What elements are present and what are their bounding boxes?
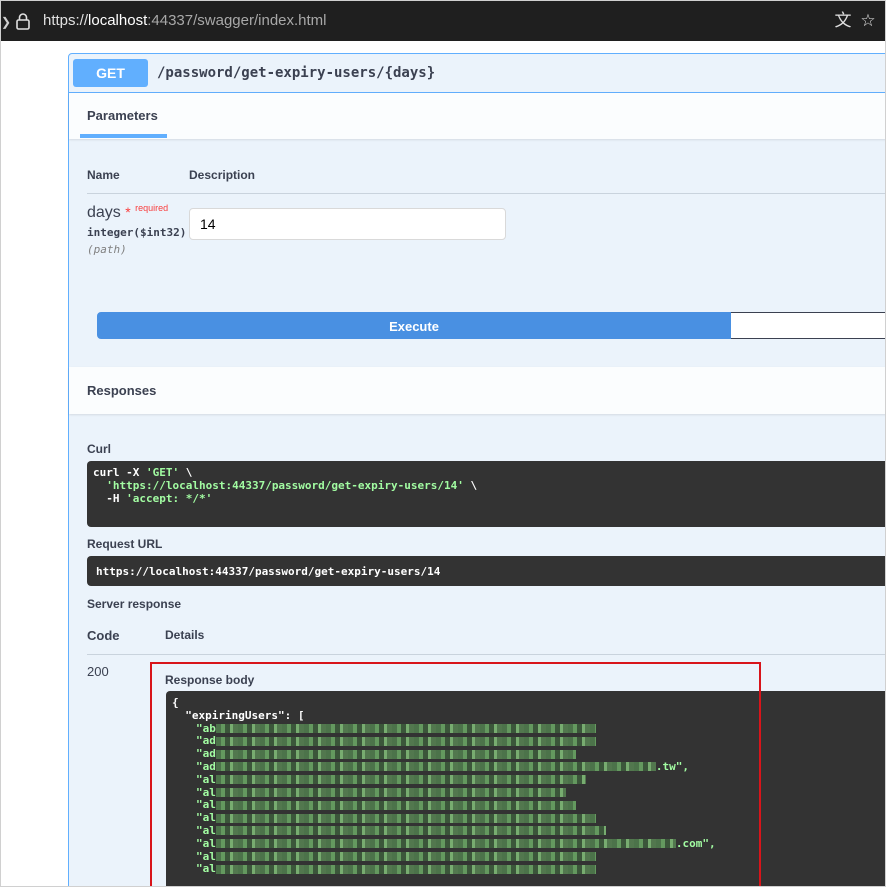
url-scheme: https:// xyxy=(43,12,89,29)
param-name-text: days xyxy=(87,204,121,221)
column-name-header: Name xyxy=(87,168,120,182)
param-name: days * required xyxy=(87,203,169,222)
curl-continuation: \ xyxy=(179,466,193,479)
star-icon[interactable]: ☆ xyxy=(858,11,878,31)
curl-method: 'GET' xyxy=(145,466,180,479)
response-code: 200 xyxy=(87,664,109,679)
column-description-header: Description xyxy=(189,168,256,182)
url-path: :44337/swagger/index.html xyxy=(147,12,327,29)
responses-header: Responses xyxy=(69,367,885,414)
required-label: required xyxy=(135,203,169,213)
back-edge-icon: ❯ xyxy=(1,15,12,29)
translate-icon[interactable]: 文 xyxy=(833,11,853,31)
lock-icon[interactable] xyxy=(15,12,31,30)
details-column-header: Details xyxy=(165,628,205,642)
curl-label: Curl xyxy=(87,442,111,456)
curl-code-block[interactable]: curl -X 'GET' \ 'https://localhost:44337… xyxy=(87,461,885,527)
execute-button[interactable]: Execute xyxy=(97,312,731,339)
request-url-block[interactable]: https://localhost:44337/password/get-exp… xyxy=(87,556,885,586)
highlight-box xyxy=(150,662,761,886)
header-divider xyxy=(87,193,885,194)
code-column-header: Code xyxy=(87,628,120,643)
curl-url: 'https://localhost:44337/password/get-ex… xyxy=(106,479,464,492)
tab-active-indicator xyxy=(80,134,167,138)
url-host: localhost xyxy=(88,12,148,29)
browser-address-bar: ❯ https://localhost:44337/swagger/index.… xyxy=(1,1,885,41)
parameters-header: Parameters xyxy=(69,93,885,139)
clear-button[interactable] xyxy=(731,312,885,339)
address-url[interactable]: https://localhost:44337/swagger/index.ht… xyxy=(43,12,327,29)
param-location: (path) xyxy=(87,243,127,256)
param-type: integer($int32) xyxy=(87,226,187,239)
curl-header-flag: -H xyxy=(93,492,127,505)
response-divider xyxy=(87,654,885,655)
operation-path: /password/get-expiry-users/{days} xyxy=(157,65,436,81)
curl-command: curl -X xyxy=(93,466,146,479)
server-response-label: Server response xyxy=(87,597,182,611)
days-input[interactable] xyxy=(189,208,506,240)
required-star: * xyxy=(125,204,131,220)
request-url-label: Request URL xyxy=(87,537,163,551)
tab-parameters[interactable]: Parameters xyxy=(87,108,158,123)
curl-header: 'accept: */*' xyxy=(126,492,213,505)
method-badge: GET xyxy=(73,59,148,87)
responses-title: Responses xyxy=(87,383,157,398)
curl-continuation: \ xyxy=(463,479,478,492)
screenshot-frame: ❯ https://localhost:44337/swagger/index.… xyxy=(0,0,886,887)
operation-summary[interactable]: GET /password/get-expiry-users/{days} xyxy=(69,54,885,93)
